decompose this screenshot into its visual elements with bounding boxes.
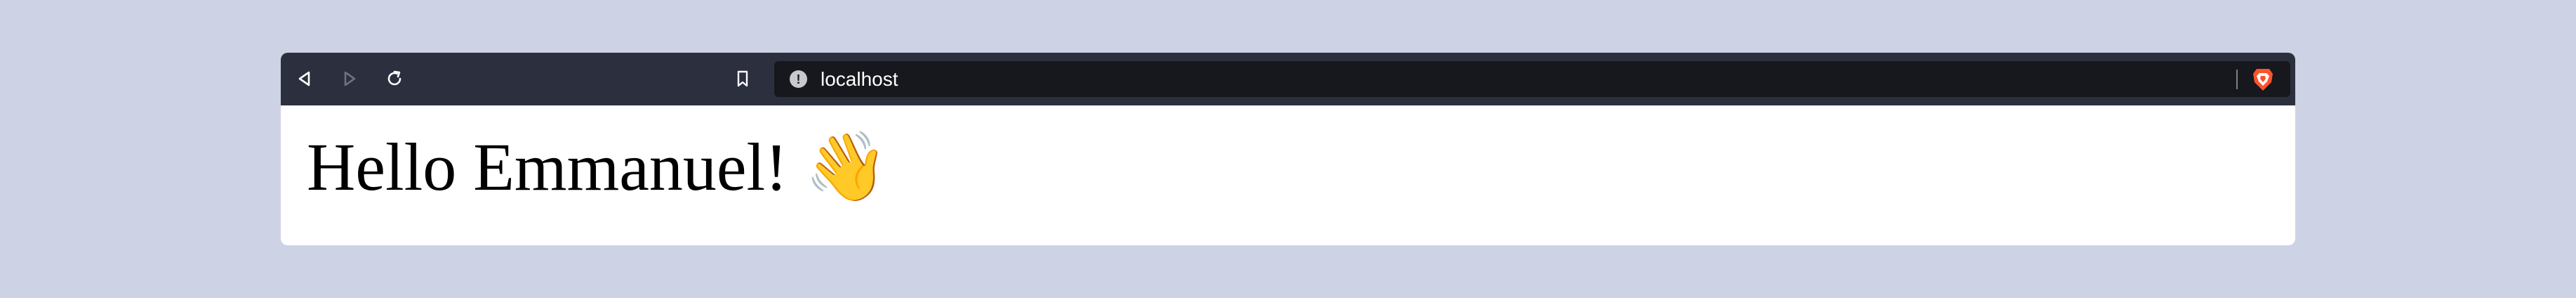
forward-button[interactable] — [335, 64, 364, 93]
back-icon — [298, 71, 310, 86]
address-bar-divider — [2236, 70, 2238, 89]
browser-toolbar: ! localhost — [281, 53, 2295, 105]
bookmark-icon — [737, 70, 748, 87]
page-content: Hello Emmanuel! 👋 — [281, 105, 2295, 245]
forward-icon — [344, 71, 356, 86]
info-icon[interactable]: ! — [790, 70, 807, 88]
bookmark-button[interactable] — [728, 64, 757, 93]
address-bar[interactable]: ! localhost — [774, 61, 2290, 97]
reload-icon — [387, 70, 401, 86]
reload-button[interactable] — [380, 64, 409, 93]
brave-shields-icon — [2253, 69, 2273, 91]
browser-window: ! localhost Hello Emmanuel! 👋 — [281, 53, 2295, 245]
page-heading: Hello Emmanuel! 👋 — [307, 129, 889, 205]
brave-shields-button[interactable] — [2250, 67, 2276, 92]
url-text[interactable]: localhost — [821, 69, 898, 90]
back-button[interactable] — [290, 64, 319, 93]
